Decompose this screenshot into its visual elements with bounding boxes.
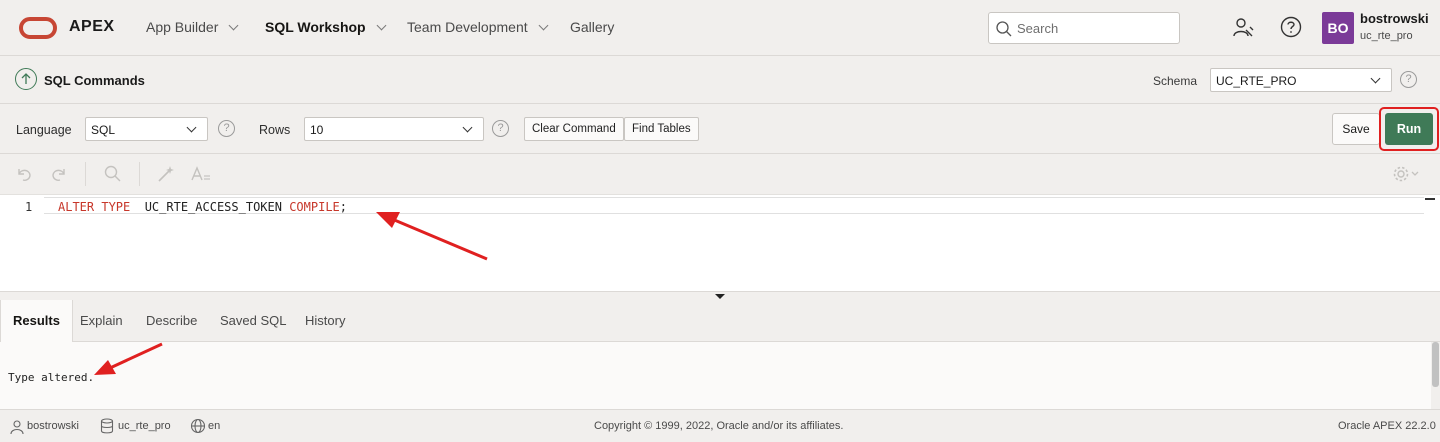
save-button[interactable]: Save: [1332, 113, 1380, 145]
command-toolbar: Language SQL ? Rows 10 ? Clear Command F…: [0, 104, 1440, 154]
page-title: SQL Commands: [44, 73, 145, 88]
editor-toolbar: [0, 154, 1440, 194]
editor-scroll-marker: [1425, 198, 1435, 200]
language-select[interactable]: SQL: [85, 117, 208, 141]
sql-editor[interactable]: 1 ALTER TYPE UC_RTE_ACCESS_TOKEN COMPILE…: [0, 194, 1440, 292]
language-select-value: SQL: [91, 123, 116, 137]
schema-label: Schema: [1153, 74, 1198, 88]
tab-history[interactable]: History: [293, 300, 357, 342]
results-scrollbar[interactable]: [1431, 342, 1440, 409]
user-name[interactable]: bostrowski: [1360, 11, 1429, 26]
footer-copyright: Copyright © 1999, 2022, Oracle and/or it…: [594, 420, 844, 432]
schema-select[interactable]: UC_RTE_PRO: [1210, 68, 1392, 92]
rows-help-icon[interactable]: ?: [492, 120, 509, 137]
search-input[interactable]: Search: [988, 12, 1180, 44]
divider: [85, 162, 86, 186]
sql-keyword: ALTER TYPE: [58, 200, 131, 214]
footer-version: Oracle APEX 22.2.0: [1338, 420, 1436, 432]
nav-team-development-label: Team Development: [407, 19, 528, 35]
find-tables-button[interactable]: Find Tables: [624, 117, 699, 141]
clear-command-button[interactable]: Clear Command: [524, 117, 624, 141]
help-icon[interactable]: [1280, 16, 1302, 38]
result-message: Type altered.: [8, 371, 95, 384]
nav-sql-workshop[interactable]: SQL Workshop: [265, 19, 387, 35]
tab-results[interactable]: Results: [0, 300, 73, 343]
sql-object-name: UC_RTE_ACCESS_TOKEN: [130, 200, 290, 214]
sql-statement[interactable]: ALTER TYPE UC_RTE_ACCESS_TOKEN COMPILE;: [58, 200, 347, 214]
footer-schema[interactable]: uc_rte_pro: [118, 420, 171, 432]
splitter-handle-icon[interactable]: [715, 294, 725, 299]
run-button-highlight: Run: [1379, 107, 1439, 151]
text-case-icon[interactable]: [190, 164, 214, 184]
schema-select-value: UC_RTE_PRO: [1216, 74, 1297, 88]
line-number: 1: [25, 200, 33, 214]
magic-wand-icon[interactable]: [156, 164, 176, 184]
nav-gallery-label: Gallery: [570, 19, 615, 35]
chevron-down-icon: [228, 20, 239, 30]
nav-app-builder-label: App Builder: [146, 19, 219, 35]
up-arrow-icon[interactable]: [15, 68, 37, 90]
footer: bostrowski uc_rte_pro en Copyright © 199…: [0, 409, 1440, 442]
page-title-bar: SQL Commands Schema UC_RTE_PRO ?: [0, 56, 1440, 104]
tab-explain[interactable]: Explain: [68, 300, 135, 342]
administration-icon[interactable]: [1231, 16, 1255, 40]
results-tabs: Results Explain Describe Saved SQL Histo…: [0, 300, 1440, 343]
tab-describe[interactable]: Describe: [134, 300, 209, 342]
redo-icon[interactable]: [49, 164, 69, 184]
tab-saved-sql[interactable]: Saved SQL: [208, 300, 299, 342]
nav-team-development[interactable]: Team Development: [407, 19, 549, 35]
rows-select[interactable]: 10: [304, 117, 484, 141]
sql-keyword: COMPILE: [289, 200, 340, 214]
rows-label: Rows: [259, 123, 291, 137]
run-button[interactable]: Run: [1385, 113, 1433, 145]
footer-language[interactable]: en: [208, 420, 220, 432]
globe-icon: [190, 418, 206, 434]
find-icon[interactable]: [103, 164, 123, 184]
scrollbar-thumb[interactable]: [1432, 342, 1439, 387]
search-placeholder: Search: [1017, 21, 1059, 36]
chevron-down-icon: [186, 122, 197, 133]
undo-icon[interactable]: [14, 164, 34, 184]
app-brand[interactable]: APEX: [69, 18, 115, 36]
schema-help-icon[interactable]: ?: [1400, 71, 1417, 88]
oracle-logo-icon[interactable]: [19, 17, 57, 39]
nav-app-builder[interactable]: App Builder: [146, 19, 239, 35]
search-icon: [996, 21, 1012, 37]
language-label: Language: [16, 123, 72, 137]
results-panel: Type altered.: [0, 342, 1440, 409]
chevron-down-icon: [376, 20, 387, 30]
nav-sql-workshop-label: SQL Workshop: [265, 19, 366, 35]
chevron-down-icon: [538, 20, 549, 30]
chevron-down-icon: [1370, 73, 1381, 84]
chevron-down-icon: [462, 122, 473, 133]
rows-select-value: 10: [310, 123, 324, 137]
divider: [139, 162, 140, 186]
sql-terminator: ;: [339, 200, 348, 214]
language-help-icon[interactable]: ?: [218, 120, 235, 137]
gear-icon[interactable]: [1392, 164, 1424, 184]
footer-user[interactable]: bostrowski: [27, 420, 79, 432]
user-schema: uc_rte_pro: [1360, 30, 1413, 42]
nav-gallery[interactable]: Gallery: [570, 19, 614, 35]
user-icon: [10, 420, 24, 435]
avatar[interactable]: BO: [1322, 12, 1354, 44]
top-header: APEX App Builder SQL Workshop Team Devel…: [0, 0, 1440, 56]
database-icon: [100, 418, 114, 434]
